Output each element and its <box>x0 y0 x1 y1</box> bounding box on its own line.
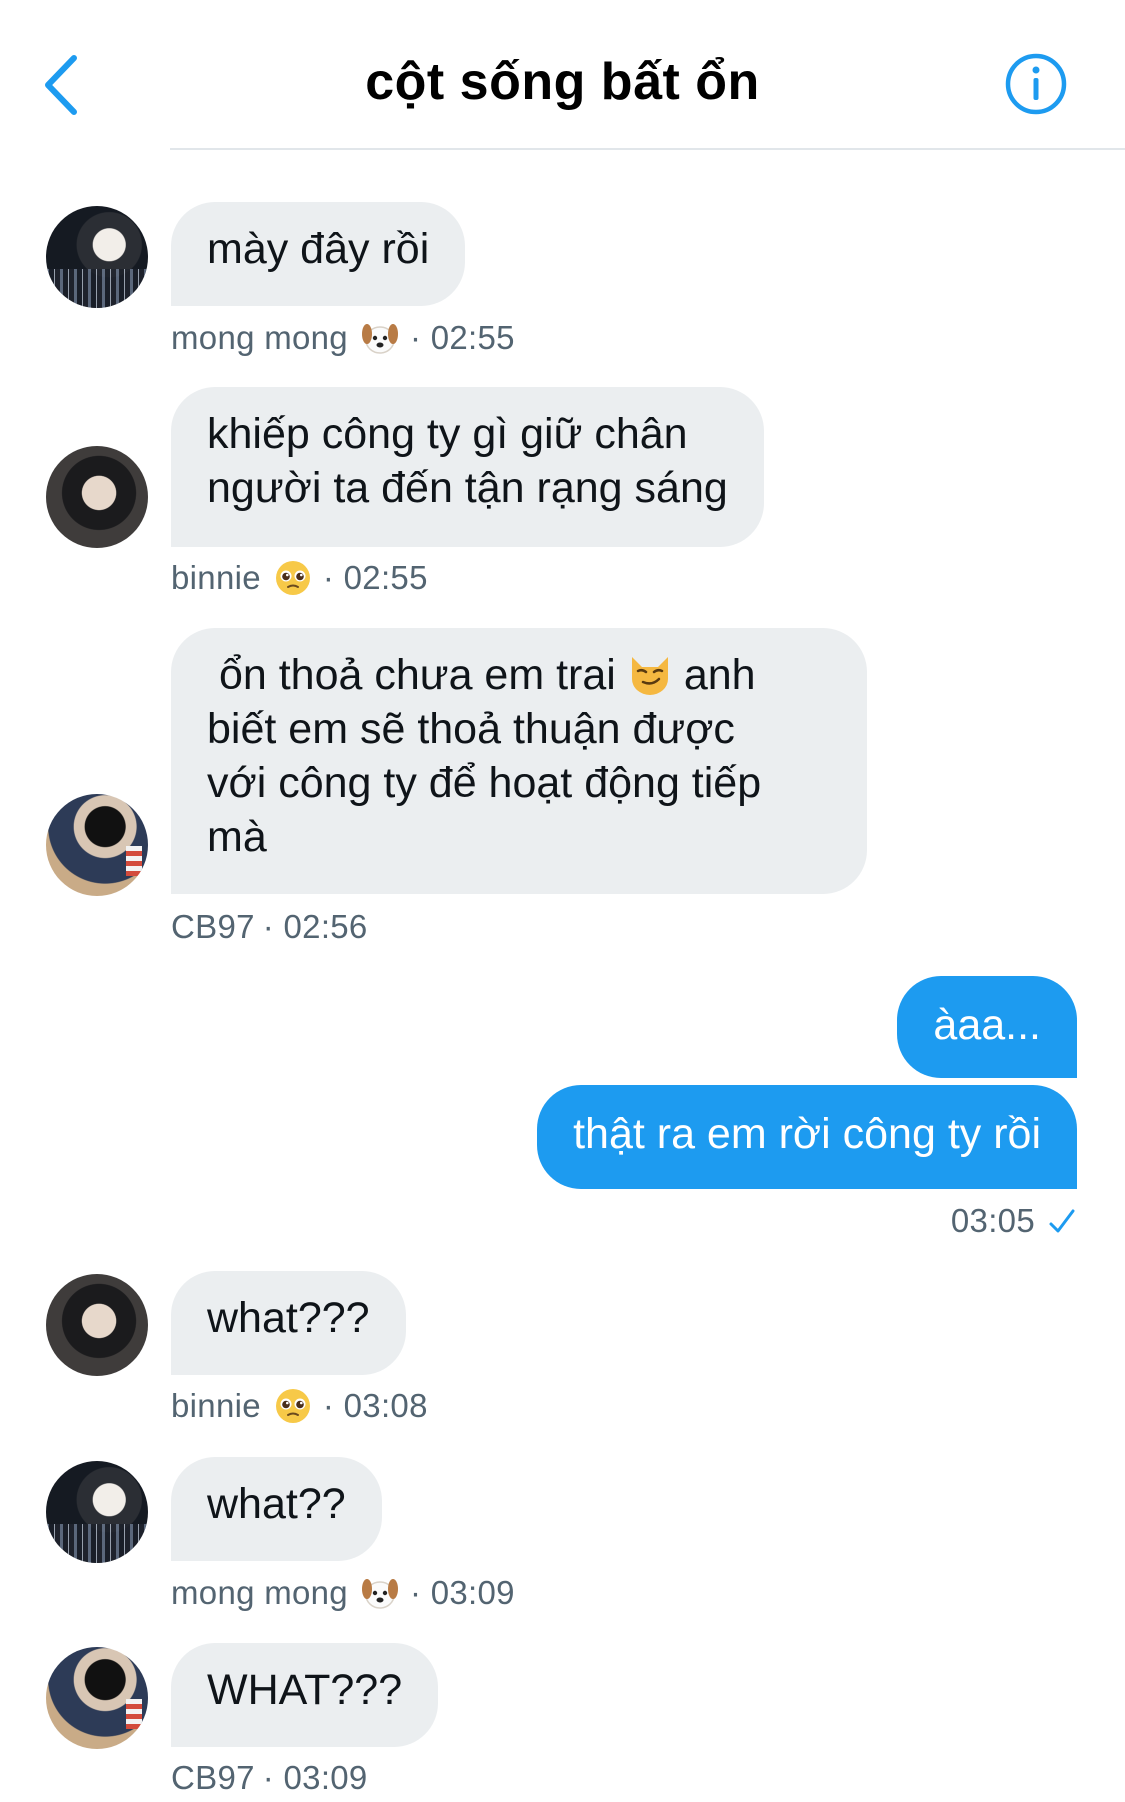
message-text: ổn thoả chưa em trai <box>207 651 616 699</box>
sender-name: mong mong <box>171 1574 348 1611</box>
avatar-binnie[interactable] <box>46 446 148 548</box>
message-bubble[interactable]: ổn thoả chưa em trai anh biết em sẽ thoả… <box>171 628 867 894</box>
message-meta: 03:05 <box>951 1202 1077 1240</box>
dog-face-icon <box>361 324 398 354</box>
message-bubble[interactable]: what??? <box>171 1271 406 1375</box>
message-time: · 02:56 <box>262 908 368 945</box>
message-time: · 03:09 <box>262 1759 368 1796</box>
sender-name: CB97 <box>171 1759 255 1796</box>
message-bubble[interactable]: WHAT??? <box>171 1643 439 1747</box>
header-divider <box>170 148 1125 150</box>
conversation-header: cột sống bất ổn <box>0 0 1125 150</box>
message-bubble[interactable]: mày đây rồi <box>171 202 466 306</box>
message-bubble[interactable]: khiếp công ty gì giữ chân người ta đến t… <box>171 387 764 547</box>
sender-name: binnie <box>171 1387 261 1424</box>
avatar-cb97[interactable] <box>46 1647 148 1749</box>
message-meta: binnie · 03:08 <box>171 1386 428 1426</box>
info-button[interactable] <box>1004 52 1068 116</box>
sender-name: binnie <box>171 559 261 596</box>
conversation-title[interactable]: cột sống bất ổn <box>0 52 1125 112</box>
message-bubble[interactable]: what?? <box>171 1457 382 1561</box>
message-time: 03:05 <box>950 1202 1035 1239</box>
smirking-cat-icon <box>631 657 668 695</box>
message-meta: binnie · 02:55 <box>171 558 428 598</box>
message-time: · 02:55 <box>409 319 515 356</box>
avatar-cb97[interactable] <box>46 794 148 896</box>
message-time: · 03:09 <box>409 1574 515 1611</box>
pleading-face-icon <box>275 561 310 595</box>
message-meta: mong mong · 02:55 <box>171 318 515 358</box>
sender-name: mong mong <box>171 319 348 356</box>
pleading-face-icon <box>275 1389 310 1423</box>
avatar-mong-mong[interactable] <box>46 1461 148 1563</box>
avatar-mong-mong[interactable] <box>46 206 148 308</box>
sent-message-bubble[interactable]: àaa... <box>897 976 1077 1078</box>
message-meta: mong mong · 03:09 <box>171 1573 515 1613</box>
message-meta: CB97 · 03:09 <box>171 1759 376 1797</box>
message-time: · 03:08 <box>322 1387 428 1424</box>
sender-name: CB97 <box>171 908 255 945</box>
info-icon <box>1005 53 1067 115</box>
sent-message-bubble[interactable]: thật ra em rời công ty rồi <box>537 1085 1077 1189</box>
message-meta: CB97 · 02:56 <box>171 908 376 946</box>
message-time: · 02:55 <box>322 559 428 596</box>
avatar-binnie[interactable] <box>46 1274 148 1376</box>
dog-face-icon <box>361 1579 398 1609</box>
sent-check-icon <box>1049 1209 1075 1233</box>
